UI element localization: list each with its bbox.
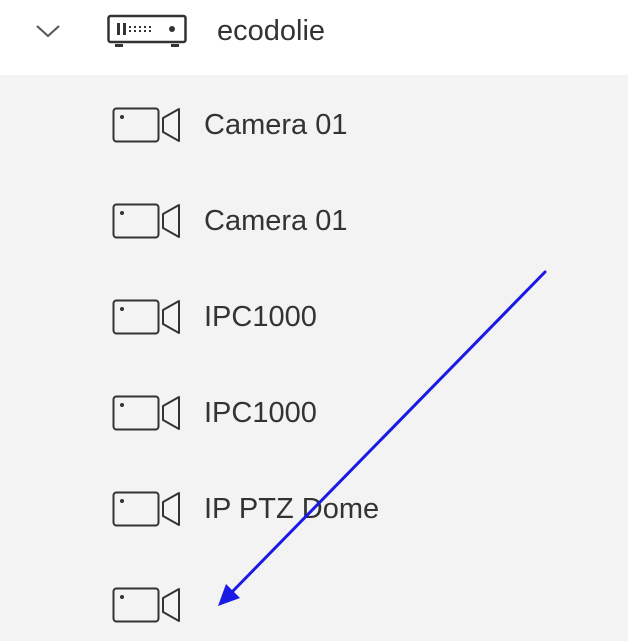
chevron-down-icon[interactable] bbox=[33, 16, 63, 46]
camera-list-item[interactable]: IPC1000 bbox=[0, 363, 628, 459]
device-tree-panel: ecodolie Camera 01 Camera 01 IPC1000 IPC… bbox=[0, 0, 628, 641]
camera-list-item[interactable]: IPC1000 bbox=[0, 267, 628, 363]
device-group-row[interactable]: ecodolie bbox=[0, 0, 628, 75]
camera-icon bbox=[112, 491, 182, 527]
camera-list: Camera 01 Camera 01 IPC1000 IPC1000 IP P… bbox=[0, 75, 628, 641]
camera-list-item[interactable]: IP PTZ Dome bbox=[0, 459, 628, 555]
camera-label[interactable]: Camera 01 bbox=[204, 102, 347, 148]
camera-label[interactable]: IPC1000 bbox=[204, 390, 317, 436]
camera-label[interactable]: Camera 01 bbox=[204, 198, 347, 244]
nvr-recorder-icon bbox=[107, 14, 187, 47]
camera-icon bbox=[112, 299, 182, 335]
camera-icon bbox=[112, 107, 182, 143]
camera-list-item[interactable] bbox=[0, 555, 628, 641]
device-group-label[interactable]: ecodolie bbox=[217, 8, 325, 54]
camera-icon bbox=[112, 587, 182, 623]
camera-icon bbox=[112, 203, 182, 239]
camera-list-item[interactable]: Camera 01 bbox=[0, 171, 628, 267]
camera-label[interactable]: IP PTZ Dome bbox=[204, 486, 379, 532]
camera-icon bbox=[112, 395, 182, 431]
camera-list-item[interactable]: Camera 01 bbox=[0, 75, 628, 171]
camera-label[interactable]: IPC1000 bbox=[204, 294, 317, 340]
